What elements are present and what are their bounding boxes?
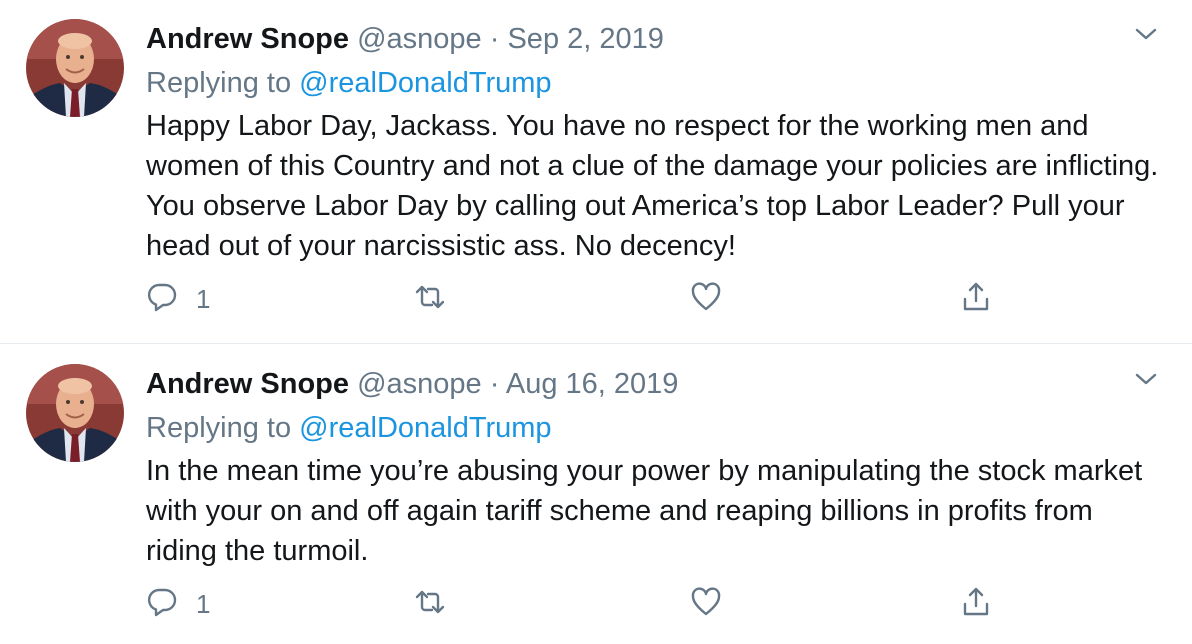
share-button[interactable] xyxy=(960,584,992,624)
retweet-icon xyxy=(414,281,446,318)
reply-count: 1 xyxy=(196,283,211,314)
reply-icon xyxy=(146,586,178,623)
replying-to: Replying to @realDonaldTrump xyxy=(146,64,1162,102)
author-handle[interactable]: @asnope xyxy=(357,368,482,400)
retweet-button[interactable] xyxy=(414,584,446,624)
author-name[interactable]: Andrew Snope xyxy=(146,368,349,400)
reply-button[interactable]: 1 xyxy=(146,584,210,624)
chevron-down-icon[interactable] xyxy=(1134,369,1158,389)
share-icon xyxy=(960,281,992,318)
like-button[interactable] xyxy=(690,279,722,319)
retweet-button[interactable] xyxy=(414,279,446,319)
replying-prefix: Replying to xyxy=(146,67,300,99)
share-icon xyxy=(960,586,992,623)
reply-button[interactable]: 1 xyxy=(146,279,210,319)
author-name[interactable]: Andrew Snope xyxy=(146,23,349,55)
share-button[interactable] xyxy=(960,279,992,319)
author-handle[interactable]: @asnope xyxy=(357,23,482,55)
tweet-header: Andrew Snope @asnope · Sep 2, 2019 xyxy=(146,20,1162,58)
avatar[interactable] xyxy=(26,364,124,462)
tweet-feed: Andrew Snope @asnope · Sep 2, 2019 Reply… xyxy=(0,0,1192,644)
tweet-content: Andrew Snope @asnope · Aug 16, 2019 Repl… xyxy=(146,365,1162,571)
separator: · xyxy=(489,368,500,400)
reply-count: 1 xyxy=(196,588,211,619)
tweet-header: Andrew Snope @asnope · Aug 16, 2019 xyxy=(146,365,1162,403)
tweet-content: Andrew Snope @asnope · Sep 2, 2019 Reply… xyxy=(146,20,1162,266)
mention-link[interactable]: @realDonaldTrump xyxy=(299,412,551,444)
tweet-text: Happy Labor Day, Jackass. You have no re… xyxy=(146,110,1159,262)
chevron-down-icon[interactable] xyxy=(1134,24,1158,44)
replying-to: Replying to @realDonaldTrump xyxy=(146,409,1162,447)
avatar[interactable] xyxy=(26,19,124,117)
tweet-date[interactable]: Aug 16, 2019 xyxy=(506,368,679,400)
retweet-icon xyxy=(414,586,446,623)
tweet-actions: 1 xyxy=(146,279,1006,319)
tweet[interactable]: Andrew Snope @asnope · Aug 16, 2019 Repl… xyxy=(0,345,1192,644)
replying-prefix: Replying to xyxy=(146,412,300,444)
like-icon xyxy=(690,586,722,623)
like-icon xyxy=(690,281,722,318)
tweet-actions: 1 xyxy=(146,584,1006,624)
reply-icon xyxy=(146,281,178,318)
tweet-text: In the mean time you’re abusing your pow… xyxy=(146,455,1143,567)
tweet-date[interactable]: Sep 2, 2019 xyxy=(507,23,663,55)
separator: · xyxy=(489,23,500,55)
tweet[interactable]: Andrew Snope @asnope · Sep 2, 2019 Reply… xyxy=(0,0,1192,344)
mention-link[interactable]: @realDonaldTrump xyxy=(299,67,551,99)
like-button[interactable] xyxy=(690,584,722,624)
